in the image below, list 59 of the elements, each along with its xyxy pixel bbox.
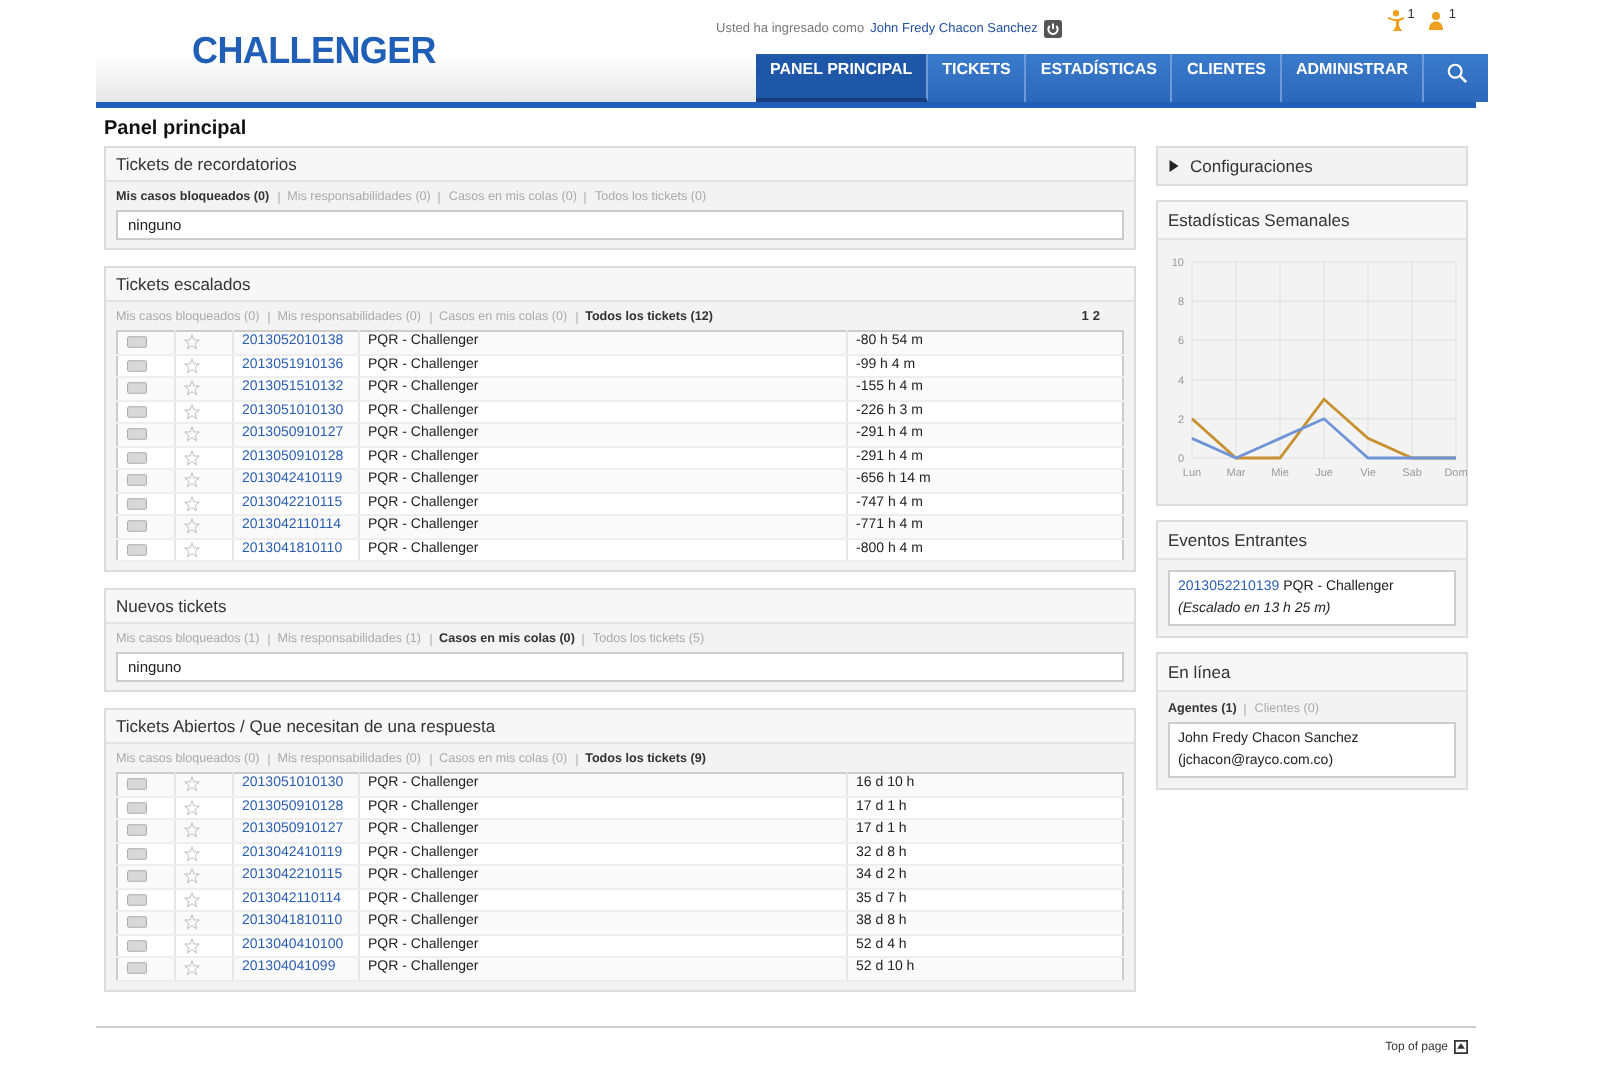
- card-icon: [126, 451, 148, 464]
- panel-title: Estadísticas Semanales: [1158, 202, 1466, 240]
- star-icon[interactable]: [184, 449, 200, 466]
- card-icon: [126, 428, 148, 441]
- panel-title: Tickets Abiertos / Que necesitan de una respuesta: [106, 710, 1134, 744]
- panel-title: Tickets de recordatorios: [106, 148, 1134, 182]
- logo-text[interactable]: CHALLENGER: [192, 28, 436, 74]
- card-icon: [126, 405, 148, 418]
- card-icon: [126, 497, 148, 510]
- search-icon[interactable]: [1445, 62, 1467, 84]
- card-icon: [126, 916, 148, 929]
- star-icon[interactable]: [184, 822, 200, 839]
- star-icon[interactable]: [184, 334, 200, 351]
- card-icon: [126, 543, 148, 556]
- nav-tab[interactable]: TICKETS: [928, 54, 1027, 102]
- person-icon[interactable]: [1426, 8, 1447, 32]
- card-icon: [126, 382, 148, 395]
- star-icon[interactable]: [184, 960, 200, 977]
- star-icon[interactable]: [184, 914, 200, 931]
- settings-toggle[interactable]: Configuraciones: [1190, 156, 1313, 176]
- card-icon: [126, 474, 148, 487]
- star-icon[interactable]: [184, 541, 200, 558]
- star-icon[interactable]: [184, 937, 200, 954]
- star-icon[interactable]: [184, 426, 200, 443]
- star-icon[interactable]: [184, 518, 200, 535]
- card-icon: [126, 870, 148, 883]
- power-icon[interactable]: [1043, 20, 1062, 38]
- star-icon[interactable]: [184, 868, 200, 885]
- up-arrow-icon[interactable]: [1454, 1040, 1468, 1054]
- nav-tab[interactable]: PANEL PRINCIPAL: [756, 54, 929, 102]
- nav-tab[interactable]: ESTADÍSTICAS: [1026, 54, 1173, 102]
- card-icon: [126, 801, 148, 814]
- card-icon: [126, 962, 148, 975]
- caret-right-icon[interactable]: [1168, 160, 1180, 172]
- panel-title: Tickets escalados: [106, 268, 1134, 302]
- star-icon[interactable]: [184, 472, 200, 489]
- card-icon: [126, 824, 148, 837]
- star-icon[interactable]: [184, 891, 200, 908]
- star-icon[interactable]: [184, 403, 200, 420]
- card-icon: [126, 893, 148, 906]
- nav-tab[interactable]: ADMINISTRAR: [1282, 54, 1424, 102]
- star-icon[interactable]: [184, 799, 200, 816]
- star-icon[interactable]: [184, 357, 200, 374]
- card-icon: [126, 336, 148, 349]
- panel-title: En línea: [1158, 654, 1466, 692]
- card-icon: [126, 778, 148, 791]
- star-icon[interactable]: [184, 845, 200, 862]
- star-icon[interactable]: [184, 380, 200, 397]
- figure-icon[interactable]: [1385, 8, 1406, 32]
- card-icon: [126, 847, 148, 860]
- card-icon: [126, 359, 148, 372]
- page-title: Panel principal: [102, 116, 249, 144]
- nav-tab[interactable]: CLIENTES: [1172, 54, 1282, 102]
- star-icon[interactable]: [184, 495, 200, 512]
- card-icon: [126, 939, 148, 952]
- card-icon: [126, 520, 148, 533]
- star-icon[interactable]: [184, 776, 200, 793]
- panel-title: Nuevos tickets: [106, 590, 1134, 624]
- panel-title: Eventos Entrantes: [1158, 522, 1466, 560]
